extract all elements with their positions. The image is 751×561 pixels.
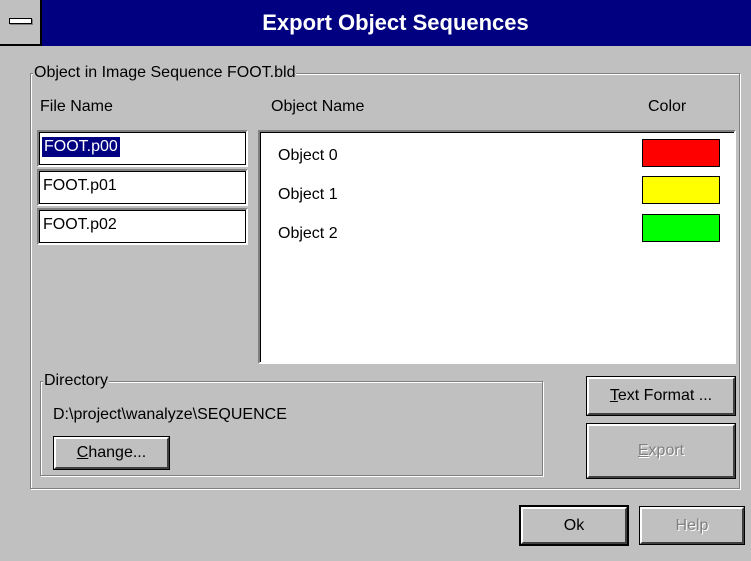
object-name-header: Object Name (271, 98, 365, 115)
file-name-field-0[interactable]: FOOT.p00 (37, 130, 248, 167)
file-name-value: FOOT.p02 (43, 216, 117, 233)
directory-path: D:\project\wanalyze\SEQUENCE (53, 406, 287, 423)
color-header: Color (648, 98, 687, 115)
object-color-swatch-1[interactable] (642, 176, 720, 204)
object-color-swatch-0[interactable] (642, 139, 720, 167)
object-sequence-group-label: Object in Image Sequence FOOT.bld (33, 64, 297, 82)
file-name-field-2[interactable]: FOOT.p02 (37, 208, 248, 245)
object-name-0: Object 0 (278, 147, 338, 164)
object-list[interactable]: Object 0 Object 1 Object 2 (258, 130, 736, 364)
export-label: xport (648, 442, 685, 459)
object-name-2: Object 2 (278, 225, 338, 242)
directory-group-label: Directory (43, 372, 110, 390)
export-mnemonic: E (637, 442, 649, 459)
change-label: hange... (88, 444, 147, 461)
ok-button[interactable]: Ok (521, 507, 627, 544)
file-name-field-1[interactable]: FOOT.p01 (37, 169, 248, 206)
help-button[interactable]: Help (640, 507, 744, 544)
help-label: Help (675, 517, 709, 534)
text-format-mnemonic: T (609, 387, 618, 404)
window-title: Export Object Sequences (262, 10, 529, 35)
file-name-value: FOOT.p01 (43, 177, 117, 194)
change-directory-button[interactable]: Change... (54, 437, 169, 469)
object-name-1: Object 1 (278, 186, 338, 203)
file-name-value: FOOT.p00 (42, 137, 120, 157)
text-format-label: ext Format ... (617, 387, 713, 404)
text-format-button[interactable]: Text Format ... (587, 377, 735, 415)
ok-label: Ok (563, 517, 585, 534)
object-color-swatch-2[interactable] (642, 214, 720, 242)
system-menu-icon (9, 18, 32, 24)
system-menu-button[interactable] (0, 0, 42, 46)
export-button[interactable]: Export (587, 424, 735, 478)
file-name-header: File Name (40, 98, 113, 115)
change-mnemonic: C (76, 444, 89, 461)
